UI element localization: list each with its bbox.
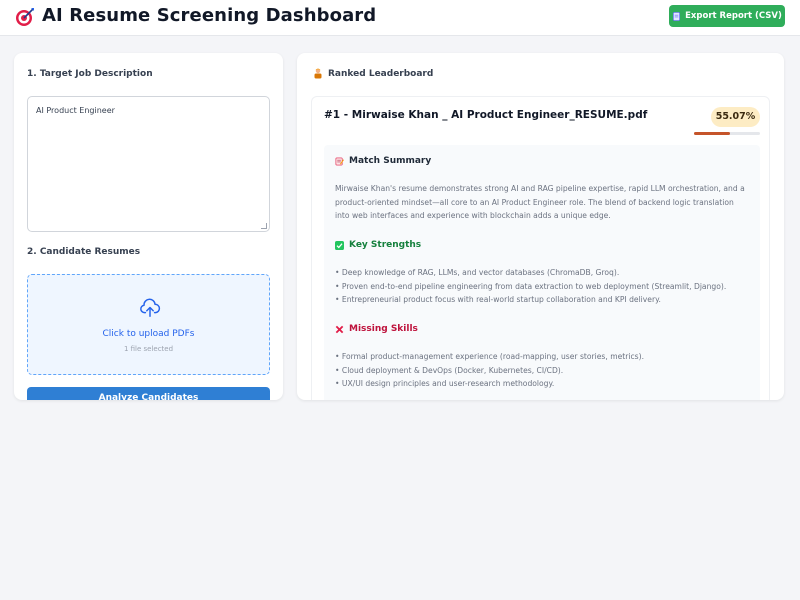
match-summary-text: Mirwaise Khan's resume demonstrates stro… [335,184,745,220]
app-header: AI Resume Screening Dashboard Export Rep… [0,0,800,36]
list-item: • UX/UI design principles and user-resea… [335,379,555,388]
export-report-label: Export Report (CSV) [685,11,782,21]
candidate-details: Match Summary Mirwaise Khan's resume dem… [324,145,760,400]
missing-skills-list: • Formal product-management experience (… [335,350,750,391]
resize-handle[interactable] [261,223,267,229]
input-panel: 1. Target Job Description AI Product Eng… [14,53,283,400]
list-item: • Deep knowledge of RAG, LLMs, and vecto… [335,268,620,277]
candidate-title: #1 - Mirwaise Khan _ AI Product Engineer… [324,109,648,121]
memo-icon [335,157,344,165]
match-summary-label: Match Summary [349,156,432,166]
trophy-person-icon [314,68,322,79]
candidate-resumes-label: 2. Candidate Resumes [27,247,141,257]
match-summary-heading: Match Summary [335,156,431,166]
upload-prompt: Click to upload PDFs [102,329,195,339]
target-icon [16,8,34,26]
upload-status: 1 file selected [123,345,174,353]
missing-skills-heading: Missing Skills [335,324,418,334]
check-mark-icon [335,240,344,250]
cross-mark-icon [335,325,344,333]
key-strengths-heading: Key Strengths [335,240,421,250]
leaderboard-panel: Ranked Leaderboard #1 - Mirwaise Khan _ … [297,53,784,400]
cloud-upload-icon [140,298,161,317]
export-report-button[interactable]: Export Report (CSV) [669,5,785,27]
missing-skills-label: Missing Skills [349,324,418,334]
job-description-value: AI Product Engineer [36,106,115,115]
leaderboard-title: Ranked Leaderboard [328,69,434,79]
match-score-fill [694,132,731,135]
job-description-textarea[interactable]: AI Product Engineer [27,96,270,232]
list-item: • Formal product-management experience (… [335,352,644,361]
key-strengths-label: Key Strengths [349,240,422,250]
list-item: • Entrepreneurial product focus with rea… [335,295,661,304]
resume-upload-dropzone[interactable]: Click to upload PDFs 1 file selected [27,274,270,375]
page-title: AI Resume Screening Dashboard [42,5,377,26]
analyze-candidates-button[interactable]: Analyze Candidates [27,387,270,400]
job-description-label: 1. Target Job Description [27,69,153,79]
candidate-card: #1 - Mirwaise Khan _ AI Product Engineer… [311,96,770,400]
key-strengths-list: • Deep knowledge of RAG, LLMs, and vecto… [335,266,750,307]
match-score-badge: 55.07% [711,107,760,127]
list-item: • Cloud deployment & DevOps (Docker, Kub… [335,365,564,375]
match-score-bar [694,132,760,135]
list-item: • Proven end-to-end pipeline engineering… [335,281,727,291]
document-icon [673,11,681,21]
